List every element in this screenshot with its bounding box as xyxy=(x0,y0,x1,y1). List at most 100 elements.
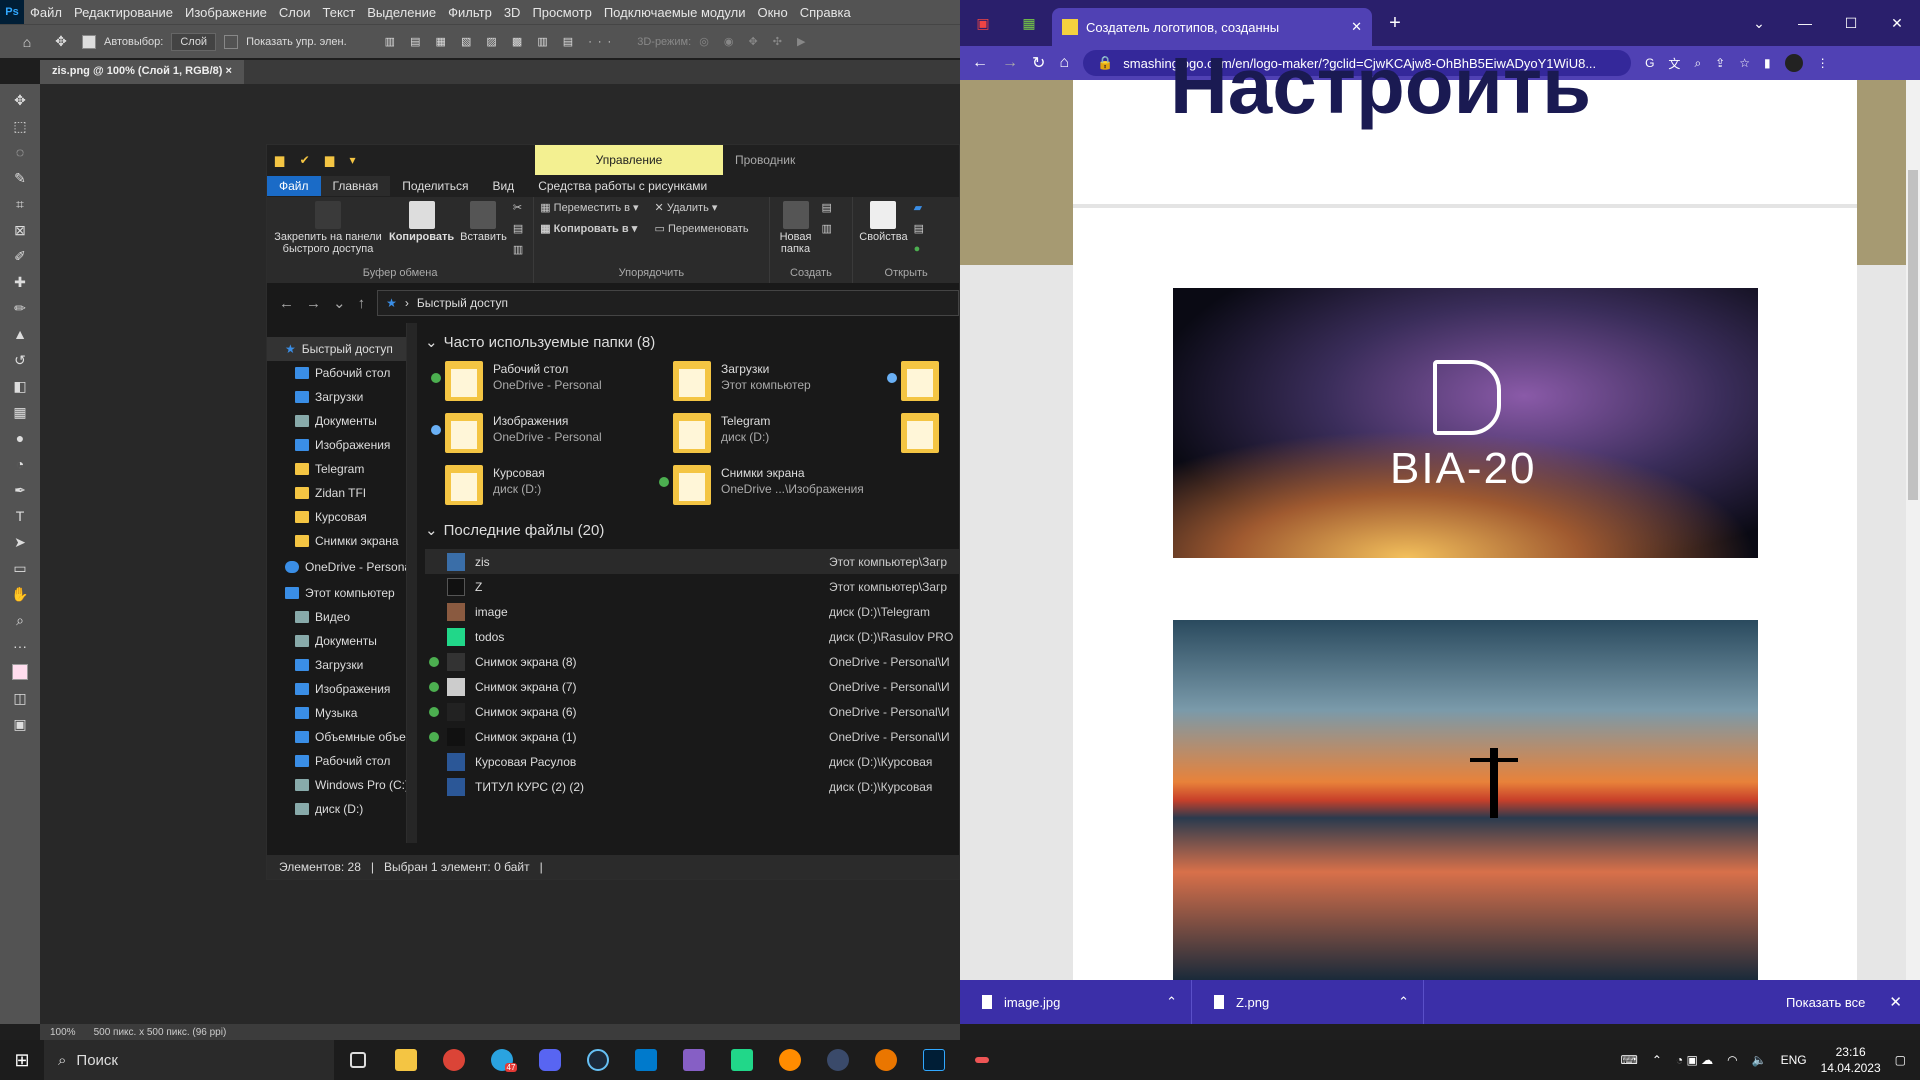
menu-plugins[interactable]: Подключаемые модули xyxy=(598,5,752,20)
visual-studio-app-icon[interactable] xyxy=(670,1040,718,1080)
back-arrow-icon[interactable]: ← xyxy=(279,295,294,312)
chevron-up-icon[interactable]: ⌃ xyxy=(1166,994,1191,1010)
share-icon[interactable]: ⇪ xyxy=(1715,56,1725,70)
nav-desktop-pc[interactable]: Рабочий стол xyxy=(267,749,406,773)
clock[interactable]: 23:16 14.04.2023 xyxy=(1821,1044,1881,1076)
cut-icon[interactable]: ✂ xyxy=(513,201,523,214)
menu-view[interactable]: Просмотр xyxy=(526,5,597,20)
zoom-icon[interactable]: ⌕ xyxy=(1694,56,1701,71)
open-icon[interactable]: ▰ xyxy=(914,201,924,214)
keyboard-icon[interactable]: ⌨ xyxy=(1620,1053,1637,1067)
new-item-icon[interactable]: ▤ xyxy=(822,201,832,214)
tab-search-icon[interactable]: ⌄ xyxy=(1736,15,1782,32)
tab-file[interactable]: Файл xyxy=(267,176,321,196)
folder-tile-partial[interactable] xyxy=(887,413,939,453)
gradient-icon[interactable]: ▦ xyxy=(7,400,33,424)
steam-app-icon[interactable] xyxy=(574,1040,622,1080)
file-row[interactable]: Курсовая Расулов диск (D:)\Курсовая xyxy=(425,749,959,774)
move-to-button[interactable]: ▦ Переместить в ▾ xyxy=(540,201,638,214)
folder-tile[interactable]: Загрузки Этот компьютер xyxy=(659,361,887,401)
nav-downloads-pc[interactable]: Загрузки xyxy=(267,653,406,677)
pinned-tab-icon[interactable]: ▣ xyxy=(960,15,1006,32)
folder-tile[interactable]: Изображения OneDrive - Personal xyxy=(431,413,659,453)
new-folder-button[interactable]: Новая папка xyxy=(776,201,816,255)
translate-icon[interactable]: 文 xyxy=(1668,55,1680,72)
tab-picture-tools[interactable]: Средства работы с рисунками xyxy=(526,176,719,196)
menu-layers[interactable]: Слои xyxy=(273,5,317,20)
pin-button[interactable]: Закрепить на панели быстрого доступа xyxy=(273,201,383,256)
history-brush-icon[interactable]: ↺ xyxy=(7,348,33,372)
healing-icon[interactable]: ✚ xyxy=(7,270,33,294)
tab-share[interactable]: Поделиться xyxy=(390,176,480,196)
nav-telegram[interactable]: Telegram xyxy=(267,457,406,481)
file-row[interactable]: Снимок экрана (8) OneDrive - Personal\И xyxy=(425,649,959,674)
scrollbar-thumb[interactable] xyxy=(1908,170,1918,500)
chevron-up-icon[interactable]: ⌃ xyxy=(1398,994,1423,1010)
fl-studio-app-icon[interactable] xyxy=(766,1040,814,1080)
nav-video[interactable]: Видео xyxy=(267,605,406,629)
photoshop-app-icon[interactable] xyxy=(910,1040,958,1080)
recent-chevron-icon[interactable]: ⌄ xyxy=(333,294,346,312)
tab-home[interactable]: Главная xyxy=(320,176,391,196)
pycharm-app-icon[interactable] xyxy=(718,1040,766,1080)
close-window-icon[interactable]: ✕ xyxy=(1874,15,1920,32)
menu-filter[interactable]: Фильтр xyxy=(442,5,498,20)
autoselect-checkbox[interactable] xyxy=(82,34,96,49)
eyedropper-icon[interactable]: ✐ xyxy=(7,244,33,268)
menu-help[interactable]: Справка xyxy=(794,5,857,20)
nav-images[interactable]: Изображения xyxy=(267,433,406,457)
nav-downloads[interactable]: Загрузки xyxy=(267,385,406,409)
file-row[interactable]: ТИТУЛ КУРС (2) (2) диск (D:)\Курсовая xyxy=(425,774,959,799)
side-panel-icon[interactable]: ▮ xyxy=(1764,56,1771,70)
3d-mode-icons[interactable]: ◎ ◉ ✥ ✣ ▶ xyxy=(699,35,811,48)
nav-images-pc[interactable]: Изображения xyxy=(267,677,406,701)
move-icon[interactable]: ✥ xyxy=(7,88,33,112)
file-row[interactable]: todos диск (D:)\Rasulov PRO xyxy=(425,624,959,649)
file-row[interactable]: image диск (D:)\Telegram xyxy=(425,599,959,624)
google-icon[interactable]: G xyxy=(1645,56,1654,70)
breadcrumb-quick-access[interactable]: Быстрый доступ xyxy=(417,296,508,310)
rename-button[interactable]: ▭ Переименовать xyxy=(655,222,749,235)
app-arrow-icon[interactable] xyxy=(958,1040,1006,1080)
quick-mask-icon[interactable]: ◫ xyxy=(7,686,33,710)
download-item[interactable]: Z.png ⌃ xyxy=(1192,980,1424,1024)
up-arrow-icon[interactable]: ↑ xyxy=(358,295,366,312)
forward-icon[interactable]: → xyxy=(1002,54,1018,72)
color-swatches-icon[interactable] xyxy=(7,660,33,684)
folder-tile-partial[interactable] xyxy=(887,361,939,401)
close-icon[interactable]: ✕ xyxy=(1351,19,1362,35)
move-tool-icon[interactable]: ✥ xyxy=(48,30,74,54)
folder-tile[interactable]: Снимки экрана OneDrive ...\Изображения xyxy=(659,465,887,505)
profile-avatar-icon[interactable] xyxy=(1784,54,1803,72)
notifications-icon[interactable]: ▢ xyxy=(1895,1053,1906,1067)
delete-button[interactable]: ✕ Удалить ▾ xyxy=(655,201,749,214)
vscode-app-icon[interactable] xyxy=(622,1040,670,1080)
forward-arrow-icon[interactable]: → xyxy=(306,295,321,312)
volume-icon[interactable]: 🔈 xyxy=(1752,1053,1767,1067)
maximize-icon[interactable]: ☐ xyxy=(1828,15,1874,32)
folder-tile[interactable]: Telegram диск (D:) xyxy=(659,413,887,453)
sunset-preview-image[interactable] xyxy=(1173,620,1758,980)
stamp-icon[interactable]: ▲ xyxy=(7,322,33,346)
properties-button[interactable]: Свойства xyxy=(859,201,908,255)
paste-button[interactable]: Вставить xyxy=(460,201,507,256)
recent-section-header[interactable]: ⌄ Последние файлы (20) xyxy=(425,521,959,540)
nav-drive-c[interactable]: Windows Pro (C:) xyxy=(267,773,406,797)
language-indicator[interactable]: ENG xyxy=(1781,1053,1807,1067)
close-icon[interactable]: ✕ xyxy=(1889,993,1920,1011)
nav-music[interactable]: Музыка xyxy=(267,701,406,725)
frame-icon[interactable]: ⊠ xyxy=(7,218,33,242)
menu-select[interactable]: Выделение xyxy=(361,5,442,20)
menu-window[interactable]: Окно xyxy=(751,5,793,20)
nav-desktop[interactable]: Рабочий стол xyxy=(267,361,406,385)
more-tools-icon[interactable]: ··· xyxy=(7,634,33,658)
minimize-icon[interactable]: — xyxy=(1782,15,1828,31)
align-icons[interactable]: ▥ ▤ ▦ ▧ ▨ ▩ ▥ ▤ ··· xyxy=(385,35,618,48)
menu-image[interactable]: Изображение xyxy=(179,5,273,20)
explorer-app-icon[interactable] xyxy=(382,1040,430,1080)
nav-3d-objects[interactable]: Объемные объекты xyxy=(267,725,406,749)
tray-overflow-icon[interactable]: ⌃ xyxy=(1652,1053,1662,1067)
task-view-icon[interactable] xyxy=(334,1040,382,1080)
tray-apps-icon[interactable]: ◔ ▣ ☁ xyxy=(1676,1053,1713,1067)
edit-icon[interactable]: ▤ xyxy=(914,222,924,235)
